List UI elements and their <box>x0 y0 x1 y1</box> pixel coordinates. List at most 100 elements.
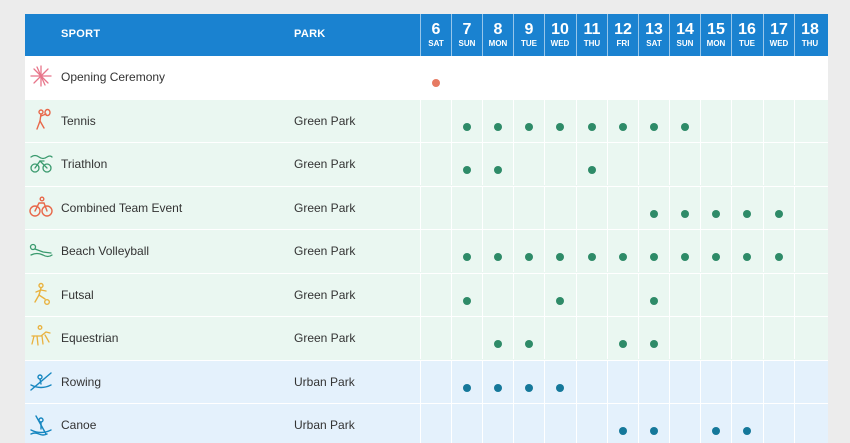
event-day-dot[interactable] <box>556 296 564 305</box>
schedule-cell <box>700 273 731 316</box>
event-day-dot[interactable] <box>619 340 627 348</box>
event-row-tennis[interactable]: Tennis Green Park <box>25 99 828 143</box>
event-day-dot[interactable] <box>650 209 658 218</box>
schedule-cell <box>420 230 451 272</box>
event-day-dot[interactable] <box>619 427 627 435</box>
event-day-dot[interactable] <box>712 209 720 218</box>
date-column-9: 9 TUE <box>513 14 544 56</box>
event-day-dot[interactable] <box>463 166 471 174</box>
tennis-icon <box>29 108 53 132</box>
event-day-dot[interactable] <box>650 122 658 131</box>
event-day-dot[interactable] <box>494 253 502 261</box>
schedule-cell <box>638 273 669 316</box>
schedule-cell <box>607 230 638 272</box>
schedule-cell <box>482 317 513 359</box>
event-day-dot[interactable] <box>650 253 658 261</box>
date-weekday: THU <box>801 39 819 48</box>
event-day-dot[interactable] <box>712 253 720 261</box>
event-day-dot[interactable] <box>650 427 658 435</box>
date-weekday: SUN <box>458 39 476 48</box>
sport-column-header: SPORT <box>61 28 101 40</box>
event-day-dot[interactable] <box>743 209 751 218</box>
schedule-cell <box>544 317 575 359</box>
schedule-cell <box>731 273 762 316</box>
sport-name: Triathlon <box>61 157 108 171</box>
schedule-cell <box>544 186 575 229</box>
event-row-combined-team-event[interactable]: Combined Team Event Green Park <box>25 186 828 230</box>
schedule-cell <box>669 360 700 403</box>
event-day-dot[interactable] <box>525 122 533 131</box>
event-row-triathlon[interactable]: Triathlon Green Park <box>25 143 828 187</box>
schedule-cell <box>731 186 762 229</box>
schedule-cell <box>700 404 731 443</box>
schedule-cell <box>763 404 794 443</box>
event-row-rowing[interactable]: Rowing Urban Park <box>25 360 828 404</box>
event-day-dot[interactable] <box>775 253 783 261</box>
event-day-dot[interactable] <box>681 122 689 131</box>
event-day-dot[interactable] <box>619 253 627 261</box>
event-day-dot[interactable] <box>712 427 720 435</box>
schedule-cell <box>794 404 825 443</box>
event-day-dot[interactable] <box>432 79 440 87</box>
schedule-cell <box>763 186 794 229</box>
event-day-dot[interactable] <box>743 427 751 435</box>
schedule-cell <box>763 99 794 142</box>
event-day-dot[interactable] <box>463 383 471 392</box>
schedule-cell <box>794 317 825 359</box>
event-day-dot[interactable] <box>588 122 596 131</box>
date-column-13: 13 SAT <box>638 14 669 56</box>
event-day-dot[interactable] <box>494 122 502 131</box>
date-number: 11 <box>583 21 601 38</box>
schedule-cell <box>482 273 513 316</box>
schedule-cell <box>731 99 762 142</box>
triathlon-icon <box>29 151 53 175</box>
date-column-15: 15 MON <box>700 14 731 56</box>
event-row-futsal[interactable]: Futsal Green Park <box>25 273 828 317</box>
event-day-dot[interactable] <box>525 383 533 392</box>
schedule-cell <box>420 186 451 229</box>
date-column-10: 10 WED <box>544 14 575 56</box>
event-row-equestrian[interactable]: Equestrian Green Park <box>25 317 828 361</box>
schedule-cell <box>482 143 513 185</box>
event-day-dot[interactable] <box>463 296 471 305</box>
futsal-icon <box>29 282 53 306</box>
event-day-dot[interactable] <box>463 253 471 261</box>
canoe-icon <box>29 412 53 436</box>
event-day-dot[interactable] <box>743 253 751 261</box>
event-day-dot[interactable] <box>681 253 689 261</box>
schedule-cell <box>451 143 482 185</box>
event-day-dot[interactable] <box>494 166 502 174</box>
event-day-dot[interactable] <box>525 340 533 348</box>
event-day-dot[interactable] <box>525 253 533 261</box>
event-row-canoe[interactable]: Canoe Urban Park <box>25 404 828 443</box>
schedule-cell <box>451 230 482 272</box>
schedule-cell <box>576 143 607 185</box>
schedule-cell <box>607 143 638 185</box>
schedule-cell <box>731 143 762 185</box>
event-day-dot[interactable] <box>556 383 564 392</box>
schedule-cell <box>700 317 731 359</box>
event-day-dot[interactable] <box>681 209 689 218</box>
date-column-8: 8 MON <box>482 14 513 56</box>
event-day-dot[interactable] <box>650 340 658 348</box>
sport-name: Beach Volleyball <box>61 244 150 258</box>
event-row-beach-volleyball[interactable]: Beach Volleyball Green Park <box>25 230 828 274</box>
schedule-cell <box>451 186 482 229</box>
event-day-dot[interactable] <box>463 122 471 131</box>
event-row-opening-ceremony[interactable]: Opening Ceremony <box>25 56 828 100</box>
event-day-dot[interactable] <box>556 122 564 131</box>
event-day-dot[interactable] <box>619 122 627 131</box>
event-day-dot[interactable] <box>650 296 658 305</box>
event-day-dot[interactable] <box>556 253 564 261</box>
schedule-cell <box>638 317 669 359</box>
sport-name: Canoe <box>61 418 97 432</box>
schedule-header: SPORT PARK 6 SAT 7 SUN 8 MON 9 TUE 10 WED 11 THU 12 F… <box>25 14 828 56</box>
event-day-dot[interactable] <box>494 340 502 348</box>
event-day-dot[interactable] <box>775 209 783 218</box>
date-number: 12 <box>614 21 632 38</box>
event-day-dot[interactable] <box>588 166 596 174</box>
schedule-cell <box>794 273 825 316</box>
schedule-cell <box>576 273 607 316</box>
event-day-dot[interactable] <box>588 253 596 261</box>
event-day-dot[interactable] <box>494 383 502 392</box>
